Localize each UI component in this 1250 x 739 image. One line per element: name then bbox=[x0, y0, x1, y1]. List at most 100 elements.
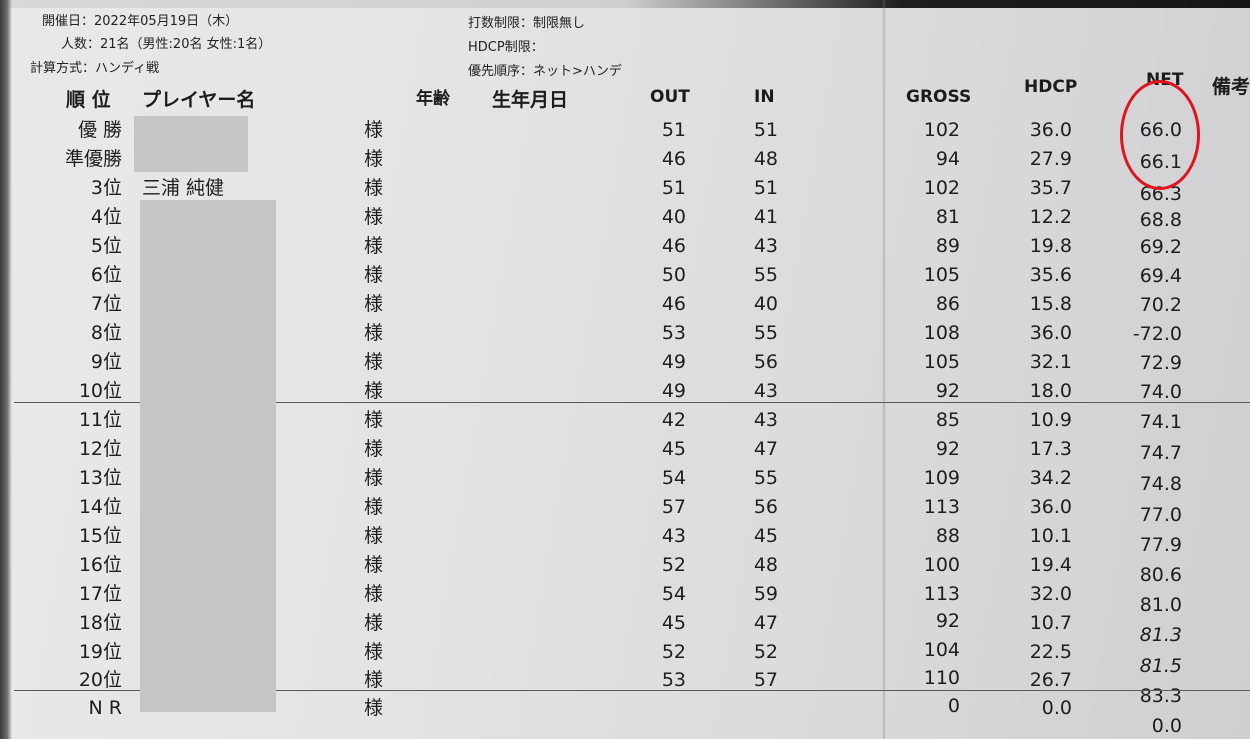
player-name-cell: 三浦 純健 bbox=[142, 177, 225, 199]
honorific-cell: 様 bbox=[364, 177, 384, 199]
in-score-cell: 55 bbox=[753, 264, 778, 286]
out-score-cell: 52 bbox=[661, 641, 686, 663]
honorific-cell: 様 bbox=[364, 264, 384, 286]
net-score-cell: 68.8 bbox=[1139, 209, 1182, 231]
hdcp-cell: 19.8 bbox=[1029, 235, 1072, 257]
gross-score-cell: 105 bbox=[923, 351, 960, 373]
honorific-cell: 様 bbox=[364, 119, 384, 141]
hdcp-cell: 10.9 bbox=[1029, 409, 1072, 431]
header-out: OUT bbox=[650, 87, 690, 107]
in-score-cell: 56 bbox=[753, 351, 778, 373]
hdcp-cell: 36.0 bbox=[1029, 322, 1072, 344]
table-row: 3位 三浦 純健様 51 51 102 35.7 66.3 bbox=[0, 174, 1250, 205]
gross-score-cell: 108 bbox=[923, 322, 960, 344]
rank-cell: 10位 bbox=[78, 380, 122, 402]
hdcp-limit: HDCP制限： bbox=[468, 40, 544, 55]
redaction-top bbox=[134, 116, 248, 172]
out-score-cell: 49 bbox=[661, 351, 686, 373]
header-birthdate: 生年月日 bbox=[492, 89, 569, 111]
redaction-names bbox=[140, 200, 276, 712]
out-score-cell: 50 bbox=[661, 264, 686, 286]
gross-score-cell: 85 bbox=[935, 409, 960, 431]
hdcp-cell: 27.9 bbox=[1029, 148, 1072, 170]
honorific-cell: 様 bbox=[364, 554, 384, 576]
gross-score-cell: 88 bbox=[935, 525, 960, 547]
gross-score-cell: 89 bbox=[935, 235, 960, 257]
gross-score-cell: 92 bbox=[935, 438, 960, 460]
hdcp-cell: 10.1 bbox=[1029, 525, 1072, 547]
honorific-cell: 様 bbox=[364, 525, 384, 547]
gross-score-cell: 113 bbox=[923, 583, 960, 605]
net-score-cell: 69.2 bbox=[1139, 236, 1182, 258]
participant-count: 人数：21名（男性:20名 女性:1名） bbox=[61, 37, 272, 52]
hdcp-cell: 10.7 bbox=[1029, 612, 1072, 634]
hdcp-cell: 35.7 bbox=[1029, 177, 1072, 199]
in-score-cell: 48 bbox=[753, 148, 778, 170]
in-score-cell: 56 bbox=[753, 496, 778, 518]
hdcp-cell: 35.6 bbox=[1029, 264, 1072, 286]
gross-score-cell: 102 bbox=[923, 177, 960, 199]
out-score-cell: 53 bbox=[661, 322, 686, 344]
honorific-cell: 様 bbox=[364, 641, 384, 663]
net-score-cell: 72.9 bbox=[1139, 352, 1182, 374]
gross-score-cell: 113 bbox=[923, 496, 960, 518]
honorific-cell: 様 bbox=[364, 206, 384, 228]
in-score-cell: 47 bbox=[753, 612, 778, 634]
hdcp-cell: 36.0 bbox=[1029, 119, 1072, 141]
rank-cell: 19位 bbox=[78, 641, 122, 663]
rank-cell: 6位 bbox=[90, 264, 122, 286]
out-score-cell: 40 bbox=[661, 206, 686, 228]
in-score-cell: 51 bbox=[753, 177, 778, 199]
rank-cell: 12位 bbox=[78, 438, 122, 460]
in-score-cell: 43 bbox=[753, 380, 778, 402]
honorific-cell: 様 bbox=[364, 467, 384, 489]
rank-cell: 11位 bbox=[78, 409, 122, 431]
rank-cell: 優 勝 bbox=[77, 119, 122, 141]
header-player: プレイヤー名 bbox=[142, 89, 256, 111]
in-score-cell: 52 bbox=[753, 641, 778, 663]
rank-cell: 17位 bbox=[78, 583, 122, 605]
honorific-cell: 様 bbox=[364, 496, 384, 518]
out-score-cell: 43 bbox=[661, 525, 686, 547]
out-score-cell: 46 bbox=[661, 235, 686, 257]
honorific-cell: 様 bbox=[364, 438, 384, 460]
rank-cell: 7位 bbox=[90, 293, 122, 315]
annotation-circle bbox=[1120, 80, 1200, 190]
honorific-cell: 様 bbox=[364, 409, 384, 431]
honorific-cell: 様 bbox=[364, 351, 384, 373]
net-score-cell: 70.2 bbox=[1139, 294, 1182, 316]
hdcp-cell: 36.0 bbox=[1029, 496, 1072, 518]
header-remarks: 備考 bbox=[1212, 76, 1250, 98]
gross-score-cell: 110 bbox=[923, 667, 960, 689]
honorific-cell: 様 bbox=[364, 380, 384, 402]
rank-cell: 18位 bbox=[78, 612, 122, 634]
hdcp-cell: 34.2 bbox=[1029, 467, 1072, 489]
net-score-cell: -72.0 bbox=[1132, 323, 1182, 345]
in-score-cell: 51 bbox=[753, 119, 778, 141]
rank-cell: 16位 bbox=[78, 554, 122, 576]
rank-cell: 5位 bbox=[90, 235, 122, 257]
net-score-cell: 74.7 bbox=[1139, 442, 1182, 464]
header-gross: GROSS bbox=[906, 87, 972, 107]
in-score-cell: 55 bbox=[753, 322, 778, 344]
hdcp-cell: 32.1 bbox=[1029, 351, 1072, 373]
rank-cell: 4位 bbox=[90, 206, 122, 228]
out-score-cell: 46 bbox=[661, 148, 686, 170]
honorific-cell: 様 bbox=[364, 583, 384, 605]
out-score-cell: 51 bbox=[661, 119, 686, 141]
hdcp-cell: 18.0 bbox=[1029, 380, 1072, 402]
header-hdcp: HDCP bbox=[1024, 77, 1078, 97]
hdcp-cell: 0.0 bbox=[1041, 697, 1072, 719]
in-score-cell: 48 bbox=[753, 554, 778, 576]
gross-score-cell: 94 bbox=[935, 148, 960, 170]
in-score-cell: 40 bbox=[753, 293, 778, 315]
score-sheet: 開催日：2022年05月19日（木） 人数：21名（男性:20名 女性:1名） … bbox=[0, 0, 1250, 739]
honorific-cell: 様 bbox=[364, 612, 384, 634]
gross-score-cell: 109 bbox=[923, 467, 960, 489]
rank-cell: 15位 bbox=[78, 525, 122, 547]
stroke-limit: 打数制限：制限無し bbox=[468, 16, 586, 31]
top-shadow bbox=[0, 0, 1250, 8]
in-score-cell: 45 bbox=[753, 525, 778, 547]
gross-score-cell: 104 bbox=[923, 639, 960, 661]
out-score-cell: 42 bbox=[661, 409, 686, 431]
